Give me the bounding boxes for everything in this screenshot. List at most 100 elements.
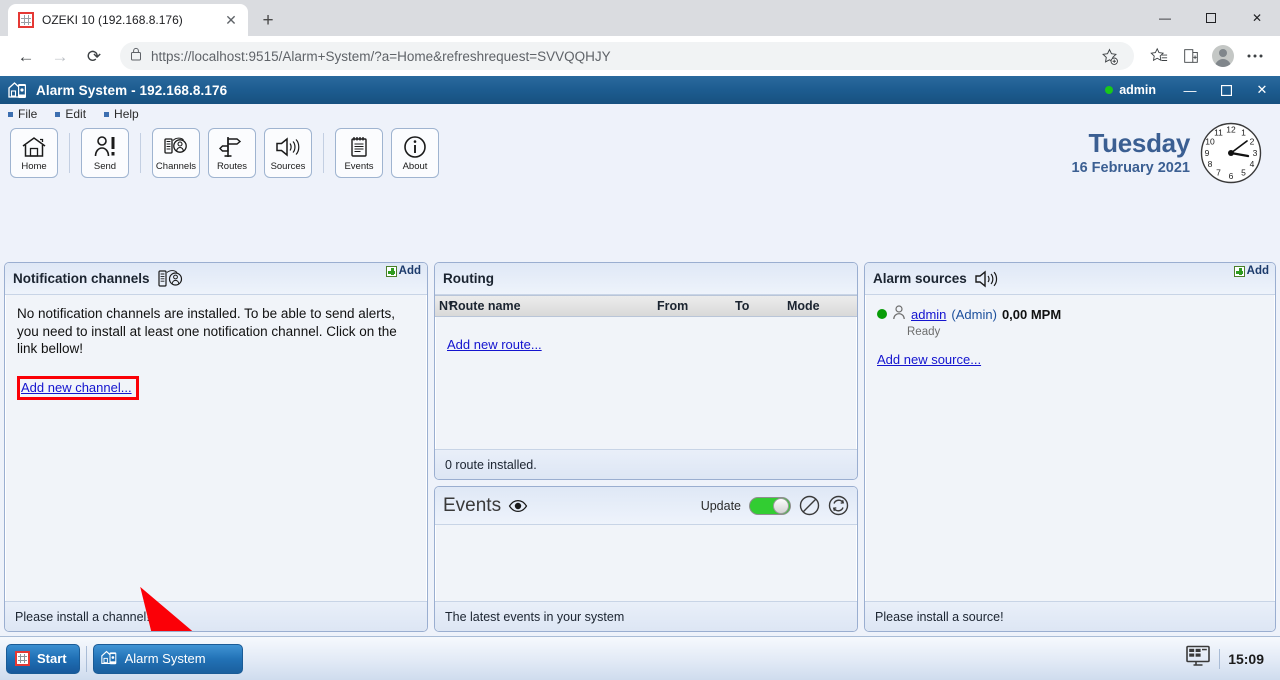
panel-body: No notification channels are installed. …: [5, 295, 427, 631]
routes-signpost-icon: [219, 134, 245, 160]
events-list[interactable]: [435, 525, 857, 601]
tab-strip: OZEKI 10 (192.168.8.176) ✕ + — ✕: [0, 0, 1280, 36]
taskbar-item-label: Alarm System: [124, 651, 206, 666]
toolbar-button-sources[interactable]: Sources: [264, 128, 312, 178]
add-label: Add: [1246, 265, 1269, 277]
ozeki-grid-icon: [18, 12, 34, 28]
toolbar-button-send[interactable]: Send: [81, 128, 129, 178]
menu-item-edit[interactable]: Edit: [55, 107, 86, 121]
start-button[interactable]: Start: [6, 643, 80, 674]
about-info-icon: [403, 134, 427, 160]
source-status: Ready: [907, 326, 941, 338]
analog-clock: 12 1 2 345 678 9 10 11: [1200, 122, 1262, 184]
clock-date: 16 February 2021: [1071, 160, 1191, 176]
logged-in-user[interactable]: admin: [1119, 83, 1156, 97]
no-entry-icon[interactable]: [799, 495, 820, 516]
settings-more-icon[interactable]: [1240, 41, 1270, 71]
add-new-channel-link[interactable]: Add new channel...: [21, 380, 132, 395]
app-close-button[interactable]: ✕: [1244, 76, 1280, 104]
start-label: Start: [37, 651, 67, 666]
workspace: Notification channels Add No notificatio…: [0, 262, 1280, 636]
alarm-system-icon: [100, 649, 118, 669]
add-new-route-link[interactable]: Add new route...: [447, 337, 542, 352]
toolbar-button-home[interactable]: Home: [10, 128, 58, 178]
toolbar-button-events[interactable]: Events: [335, 128, 383, 178]
new-tab-button[interactable]: +: [254, 6, 282, 34]
add-favorite-icon[interactable]: [1094, 41, 1124, 71]
column-notification-channels: Notification channels Add No notificatio…: [4, 262, 428, 632]
panel-footer: Please install a source!: [865, 601, 1275, 631]
toolbar-label: About: [402, 161, 428, 173]
events-controls: Update: [701, 495, 849, 516]
url-input[interactable]: https://localhost:9515/Alarm+System/?a=H…: [120, 42, 1134, 70]
tray-separator: [1219, 648, 1221, 669]
menu-item-help[interactable]: Help: [104, 107, 139, 121]
toolbar-label: Events: [344, 161, 374, 173]
toolbar-separator: [69, 133, 70, 173]
panel-alarm-sources: Alarm sources Add admin (Admin) 0,00 MPM…: [864, 262, 1276, 632]
toolbar-button-routes[interactable]: Routes: [208, 128, 256, 178]
menu-label: Help: [114, 107, 139, 121]
toolbar-label: Home: [21, 161, 47, 173]
toggle-knob: [773, 497, 789, 514]
menu-item-file[interactable]: File: [8, 107, 37, 121]
panel-title: Events: [443, 494, 502, 516]
column-alarm-sources: Alarm sources Add admin (Admin) 0,00 MPM…: [864, 262, 1276, 632]
browser-chrome: OZEKI 10 (192.168.8.176) ✕ + — ✕ ← → ⟳ h…: [0, 0, 1280, 76]
taskbar-separator: [85, 645, 87, 672]
toolbar-label: Routes: [216, 161, 248, 173]
back-button[interactable]: ←: [10, 40, 42, 72]
refresh-icon[interactable]: [828, 495, 849, 516]
browser-tab[interactable]: OZEKI 10 (192.168.8.176) ✕: [8, 4, 248, 36]
empty-state-message: No notification channels are installed. …: [17, 306, 397, 356]
alarm-source-item: admin (Admin) 0,00 MPM Ready: [877, 305, 1263, 338]
home-icon: [21, 134, 47, 160]
url-text: https://localhost:9515/Alarm+System/?a=H…: [151, 48, 611, 64]
menu-label: Edit: [65, 107, 87, 121]
display-icon[interactable]: [1185, 645, 1211, 672]
svg-text:11: 11: [1214, 128, 1223, 138]
app-maximize-button[interactable]: [1208, 76, 1244, 104]
add-new-source-link[interactable]: Add new source...: [877, 352, 981, 367]
browser-minimize-button[interactable]: —: [1142, 0, 1188, 36]
svg-text:12: 12: [1226, 125, 1236, 135]
svg-text:10: 10: [1205, 137, 1215, 147]
column-route-name: Route name: [449, 299, 521, 313]
column-mode: Mode: [787, 299, 820, 313]
app-minimize-button[interactable]: —: [1172, 76, 1208, 104]
source-mpm: 0,00 MPM: [1001, 306, 1062, 322]
svg-text:2: 2: [1250, 137, 1255, 147]
browser-window-controls: — ✕: [1142, 0, 1280, 36]
panel-footer: The latest events in your system: [435, 601, 857, 631]
taskbar-clock: 15:09: [1228, 650, 1264, 667]
profile-avatar[interactable]: [1208, 41, 1238, 71]
panel-title: Routing: [443, 271, 494, 286]
taskbar-item-alarm-system[interactable]: Alarm System: [92, 643, 243, 674]
reload-button[interactable]: ⟳: [78, 40, 110, 72]
add-label: Add: [398, 265, 421, 277]
source-row: admin (Admin) 0,00 MPM: [877, 305, 1263, 323]
panel-body: admin (Admin) 0,00 MPM Ready Add new sou…: [865, 295, 1275, 601]
toolbar-button-about[interactable]: About: [391, 128, 439, 178]
panel-header: Notification channels Add: [5, 263, 427, 295]
panel-title: Notification channels: [13, 271, 150, 286]
toolbar-label: Sources: [270, 161, 306, 173]
add-source-shortcut[interactable]: Add: [1233, 265, 1269, 277]
add-channel-shortcut[interactable]: Add: [385, 265, 421, 277]
toolbar-separator: [323, 133, 324, 173]
forward-button[interactable]: →: [44, 40, 76, 72]
toolbar-button-channels[interactable]: Channels: [152, 128, 200, 178]
app-toolbar: Home Send Channels Routes Sources Events…: [0, 122, 1280, 184]
bullet-icon: [8, 111, 13, 117]
browser-maximize-button[interactable]: [1188, 0, 1234, 36]
source-name-link[interactable]: admin: [911, 307, 946, 322]
update-toggle[interactable]: [749, 496, 791, 515]
panel-routing: Routing N° Route name From To Mode Add n…: [434, 262, 858, 480]
menu-label: File: [18, 107, 38, 121]
collections-icon[interactable]: [1176, 41, 1206, 71]
svg-text:9: 9: [1205, 148, 1210, 158]
browser-close-button[interactable]: ✕: [1234, 0, 1280, 36]
close-icon[interactable]: ✕: [222, 11, 240, 29]
bullet-icon: [55, 111, 61, 117]
favorites-icon[interactable]: [1144, 41, 1174, 71]
